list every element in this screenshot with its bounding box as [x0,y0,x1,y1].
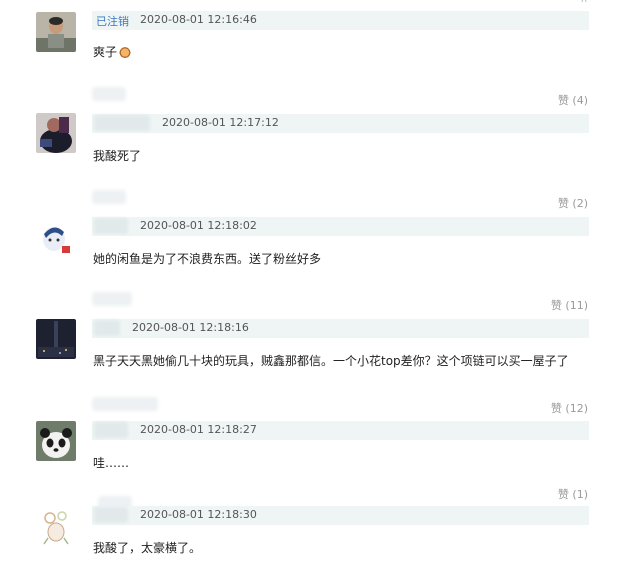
avatar[interactable] [36,218,76,258]
night-city-avatar-icon [36,319,76,359]
avatar[interactable] [36,113,76,153]
comment-text: 我酸了，太豪横了。 [93,541,202,555]
blurred-username [92,397,158,411]
avatar[interactable] [36,12,76,52]
person-photo-avatar-icon [36,113,76,153]
panda-avatar-icon [36,421,76,461]
comment-meta-bar: 2020-08-01 12:18:16 [92,319,589,338]
like-button[interactable]: 赞 (1) [558,486,588,502]
comment-meta-bar: 已注销 2020-08-01 12:16:46 [92,11,589,30]
comment-meta-bar: 2020-08-01 12:18:30 [92,506,589,525]
blurred-username [92,190,126,204]
comment-time: 2020-08-01 12:18:30 [140,508,257,521]
blurred-username [92,292,132,306]
avatar[interactable] [36,319,76,359]
like-button[interactable]: 赞 (2) [558,195,588,211]
comment-time: 2020-08-01 12:16:46 [140,13,257,26]
comment-time: 2020-08-01 12:17:12 [162,116,279,129]
comment-time: 2020-08-01 12:18:02 [140,219,257,232]
blurred-username [94,218,128,234]
comment-time: 2020-08-01 12:18:16 [132,321,249,334]
person-photo-avatar-icon [36,12,76,52]
comment-author[interactable]: 已注销 [96,13,129,29]
comment-text: 我酸死了 [93,149,142,163]
comment-meta-bar: 2020-08-01 12:17:12 [92,114,589,133]
flower-avatar-icon [36,506,76,546]
like-button[interactable]: 赞 (4) [558,92,588,108]
avatar[interactable] [36,506,76,546]
comment-meta-bar: 2020-08-01 12:18:27 [92,421,589,440]
like-button[interactable]: 赞 (11) [551,297,588,313]
blurred-username [94,320,120,336]
avatar[interactable] [36,421,76,461]
comment-meta-bar: 2020-08-01 12:18:02 [92,217,589,236]
like-button[interactable]: 赞 (12) [551,400,588,416]
cat-emoji-icon [119,46,132,58]
comment-time: 2020-08-01 12:18:27 [140,423,257,436]
blurred-username [94,115,150,131]
blurred-username [94,507,128,523]
comment-text: 黑子天天黑她偷几十块的玩具，贼鑫那都信。一个小花top差你？这个项链可以买一屋子… [93,354,569,368]
comment-text: 哇…… [93,456,130,470]
cartoon-avatar-icon [36,218,76,258]
blurred-username [94,422,128,438]
comment-text: 她的闲鱼是为了不浪费东西。送了粉丝好多 [93,252,322,266]
comment-text-content: 爽子 [93,45,118,59]
comment-text: 爽子 [93,43,132,60]
partial-like-count[interactable]: ∧ [580,0,588,5]
blurred-username [92,87,126,101]
